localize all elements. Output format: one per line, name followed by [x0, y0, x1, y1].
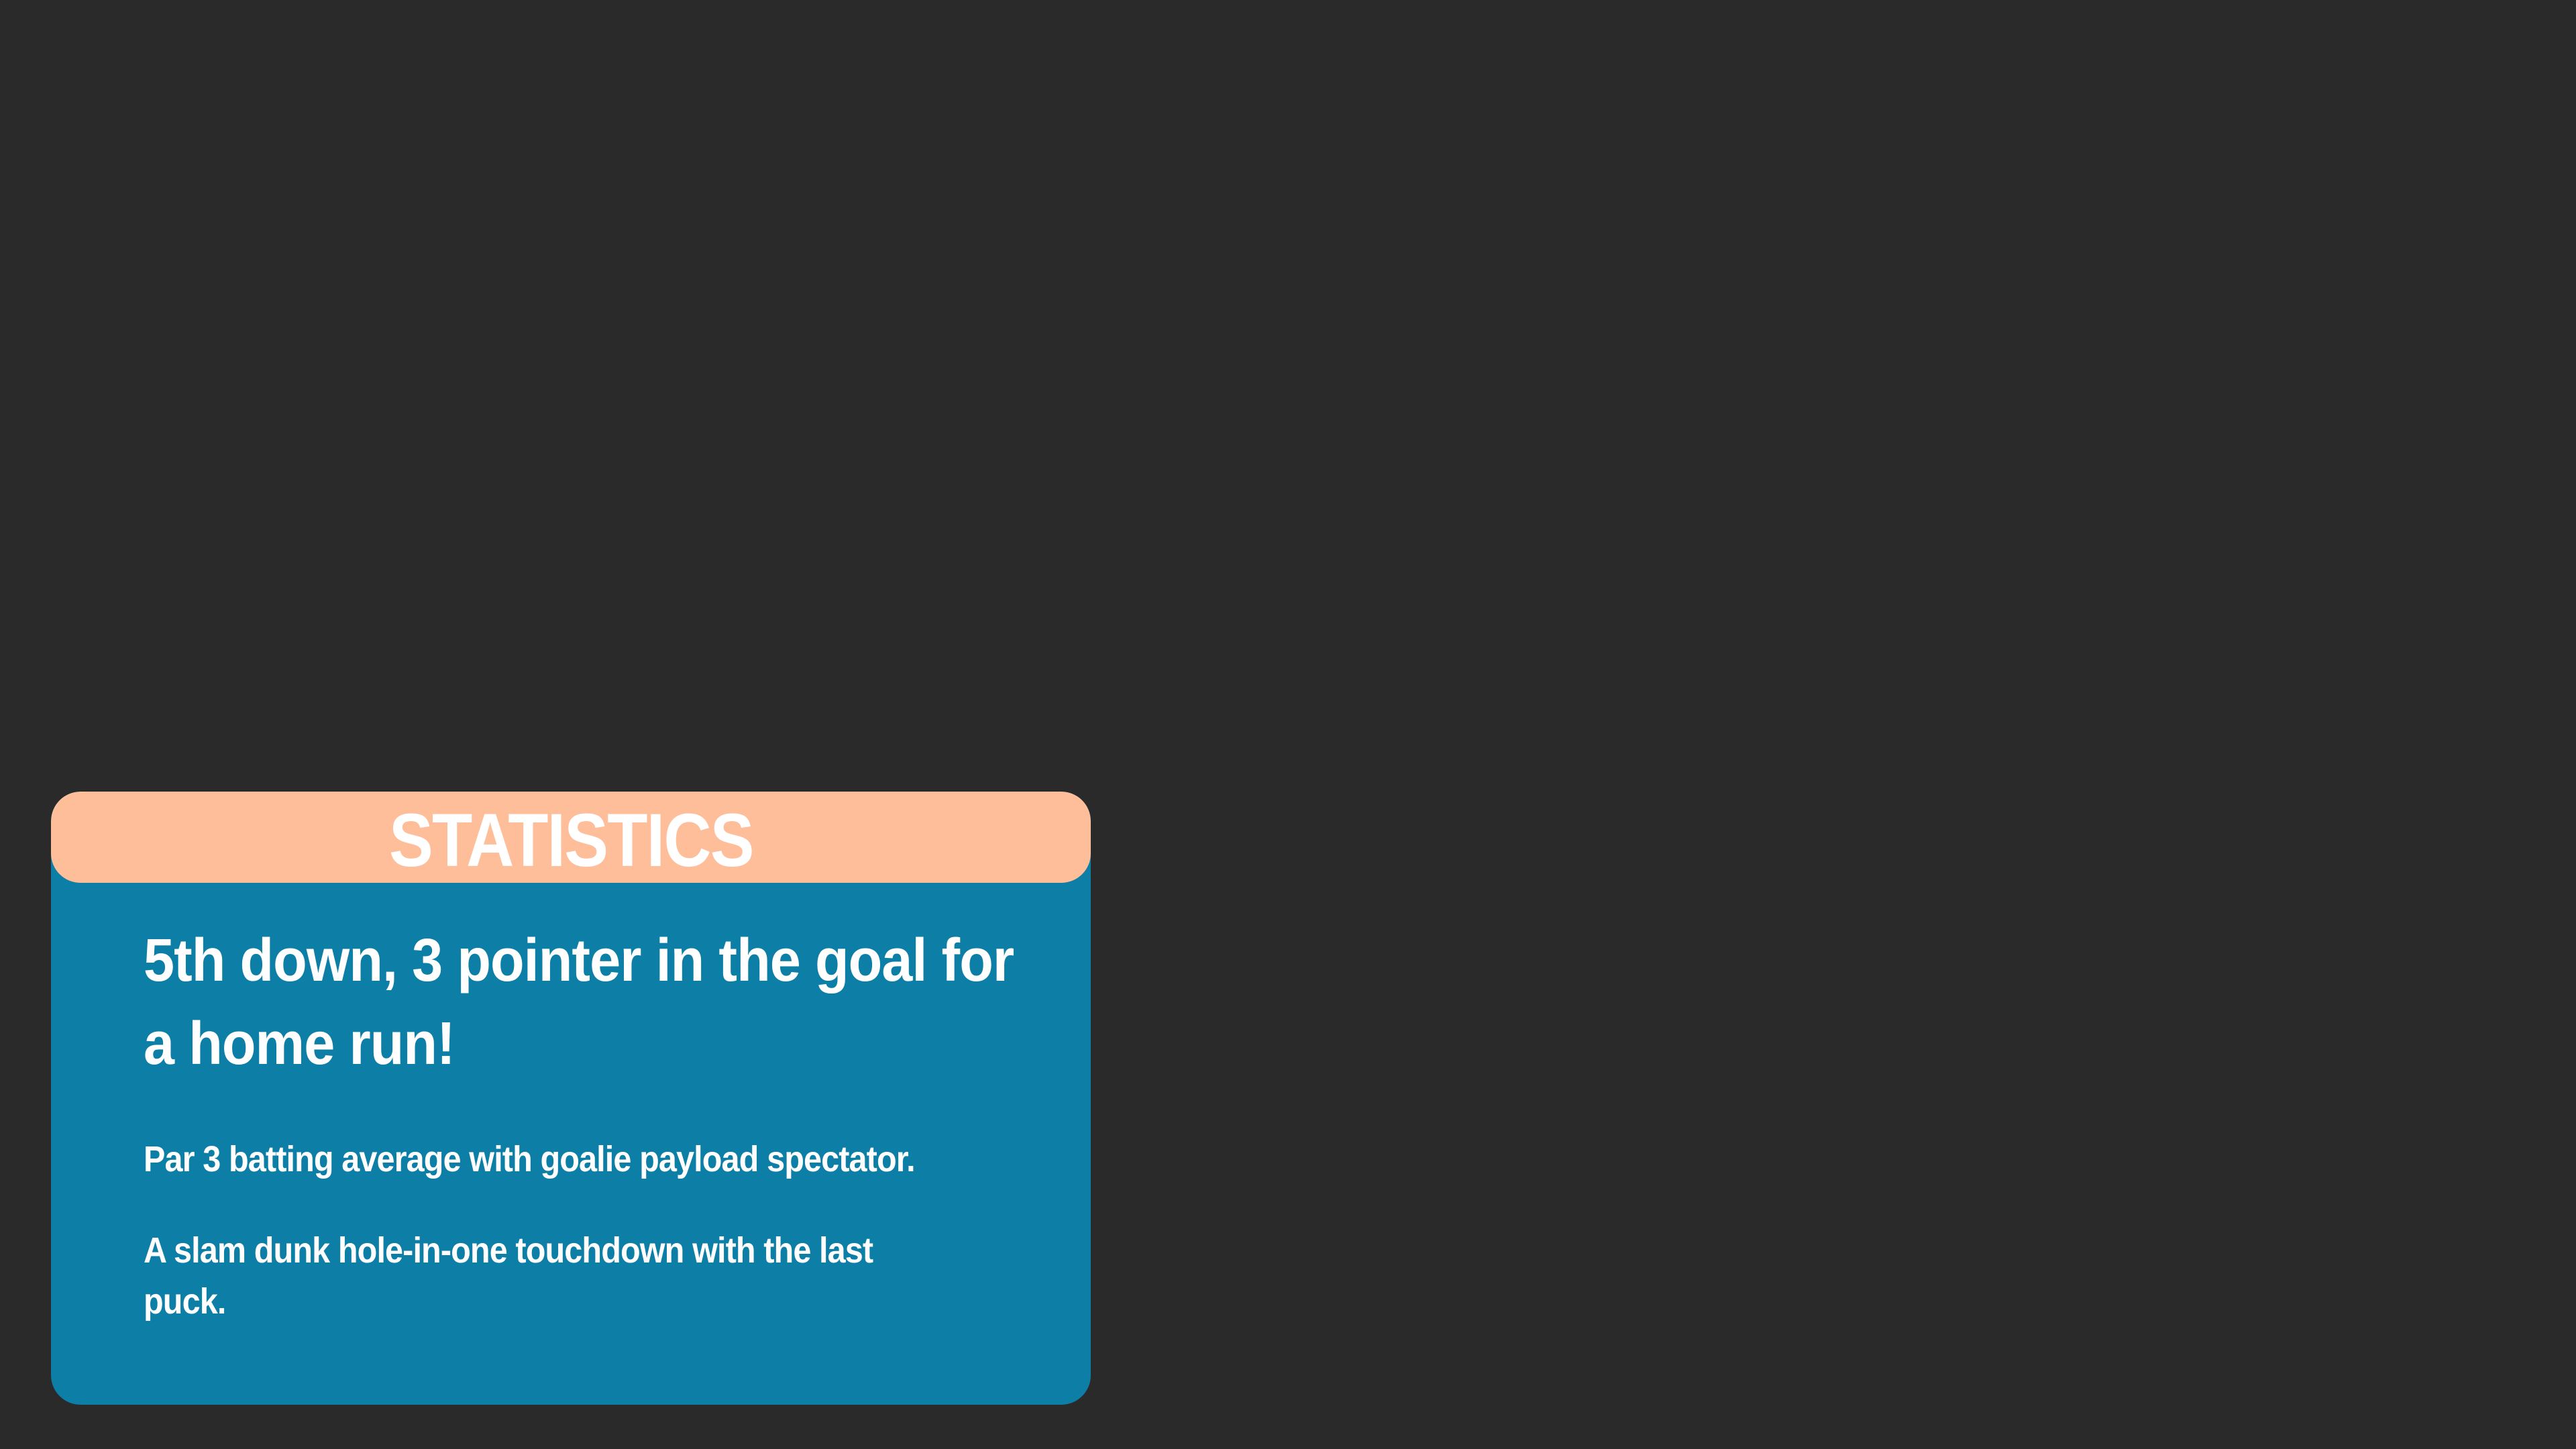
- slide-canvas: STATISTICS 5th down, 3 pointer in the go…: [0, 0, 2576, 1449]
- card-header: STATISTICS: [51, 792, 1091, 883]
- card-title: STATISTICS: [388, 798, 754, 882]
- card-paragraph-1: Par 3 batting average with goalie payloa…: [144, 1139, 916, 1179]
- card-paragraph-2: A slam dunk hole-in-one touchdown with t…: [144, 1230, 873, 1322]
- card-body: 5th down, 3 pointer in the goal for a ho…: [144, 919, 1042, 1327]
- statistics-card: STATISTICS 5th down, 3 pointer in the go…: [51, 792, 1091, 1405]
- card-headline: 5th down, 3 pointer in the goal for a ho…: [144, 927, 1014, 1077]
